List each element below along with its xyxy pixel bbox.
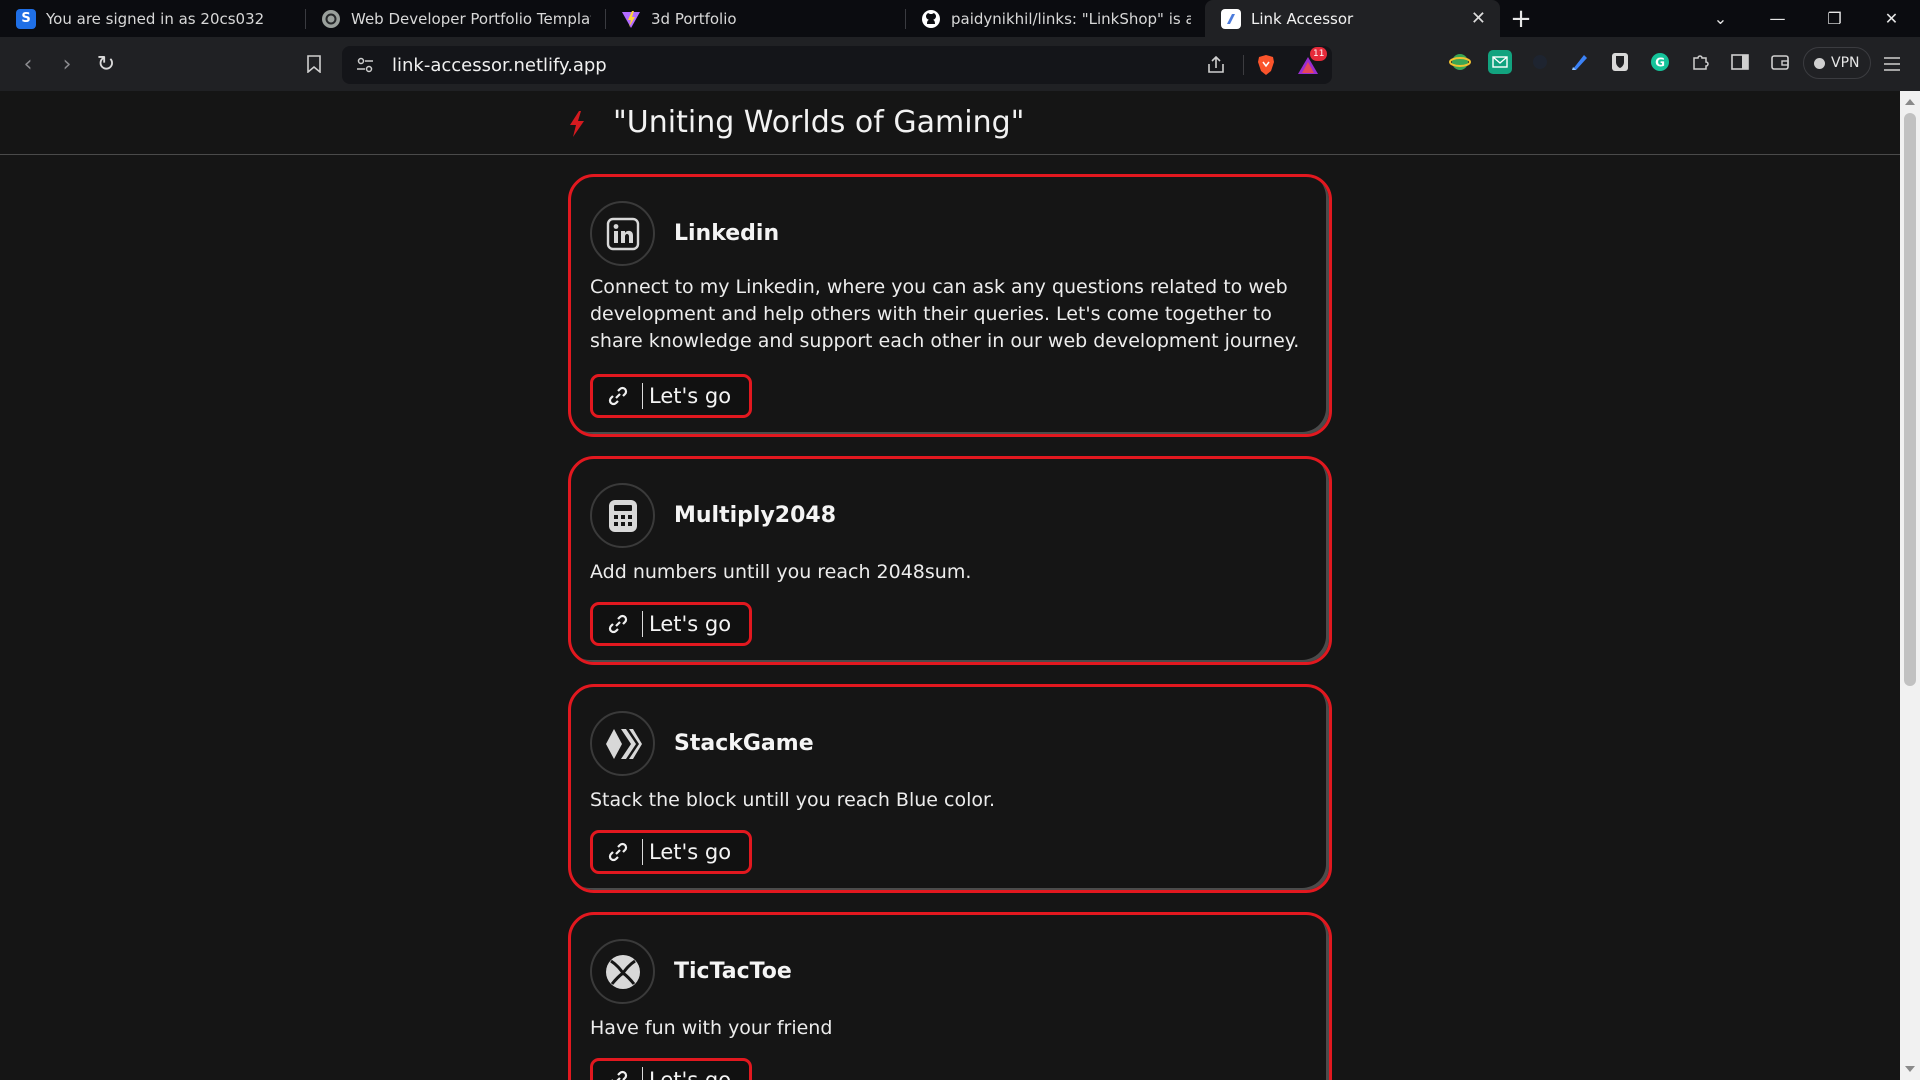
card-title: StackGame — [674, 731, 814, 756]
vpn-status-icon — [1814, 57, 1825, 69]
bookmark-icon[interactable] — [294, 44, 334, 84]
tab-link-accessor[interactable]: Link Accessor ✕ — [1205, 0, 1500, 37]
card-title: Linkedin — [674, 221, 780, 246]
wallet-icon[interactable] — [1768, 50, 1792, 74]
card-header: TicTacToe — [590, 939, 792, 1004]
link-chain-icon — [593, 383, 643, 409]
card-tictactoe: TicTacToe Have fun with your friend Let'… — [568, 912, 1332, 1080]
address-bar[interactable]: link-accessor.netlify.app 11 — [342, 46, 1332, 84]
vpn-button[interactable]: VPN — [1803, 47, 1871, 79]
link-icon — [1221, 8, 1241, 29]
link-chain-icon — [593, 611, 643, 637]
tab-title: You are signed in as 20cs032 — [46, 9, 265, 28]
card-multiply2048: Multiply2048 Add numbers untill you reac… — [568, 456, 1332, 665]
card-header: Multiply2048 — [590, 483, 836, 548]
tab-portfolio-template[interactable]: Web Developer Portfolio Template — [305, 0, 605, 37]
lets-go-label: Let's go — [649, 1068, 732, 1080]
card-description: Have fun with your friend — [590, 1017, 833, 1039]
lets-go-button[interactable]: Let's go — [590, 374, 752, 418]
menu-hamburger-icon[interactable] — [1880, 52, 1904, 76]
tab-title: paidynikhil/links: "LinkShop" is a React — [951, 9, 1191, 28]
browser-toolbar: ‹ › ↻ link-accessor.netlify.app 11 G VPN — [0, 37, 1920, 91]
back-icon[interactable]: ‹ — [8, 44, 48, 84]
tab-title: 3d Portfolio — [651, 9, 737, 28]
lets-go-label: Let's go — [649, 384, 732, 408]
card-header: StackGame — [590, 711, 814, 776]
extension-pen-icon[interactable] — [1568, 50, 1592, 74]
xbox-icon — [590, 939, 655, 1004]
restore-icon[interactable]: ❐ — [1806, 0, 1863, 37]
tab-search-chevron-icon[interactable]: ⌄ — [1692, 0, 1749, 37]
bitwarden-shield-icon[interactable] — [1608, 50, 1632, 74]
card-description: Add numbers untill you reach 2048sum. — [590, 561, 972, 583]
github-icon — [921, 9, 941, 29]
tab-github-links[interactable]: paidynikhil/links: "LinkShop" is a React — [905, 0, 1205, 37]
card-header: Linkedin — [590, 201, 779, 266]
address-url[interactable]: link-accessor.netlify.app — [392, 55, 607, 76]
tab-title: Web Developer Portfolio Template — [351, 9, 591, 28]
lets-go-button[interactable]: Let's go — [590, 1058, 752, 1080]
lets-go-button[interactable]: Let's go — [590, 830, 752, 874]
scrollbar-thumb[interactable] — [1904, 113, 1916, 686]
extensions-puzzle-icon[interactable] — [1688, 50, 1712, 74]
s-logo-icon: S — [16, 8, 36, 29]
reload-icon[interactable]: ↻ — [86, 44, 126, 84]
scroll-down-arrow-icon[interactable] — [1905, 1066, 1915, 1072]
site-settings-icon[interactable] — [354, 54, 376, 76]
card-description: Stack the block untill you reach Blue co… — [590, 789, 996, 811]
divider — [1243, 55, 1244, 75]
lets-go-button[interactable]: Let's go — [590, 602, 752, 646]
card-title: TicTacToe — [674, 959, 792, 984]
link-chain-icon — [593, 1067, 643, 1080]
card-stackgame: StackGame Stack the block untill you rea… — [568, 684, 1332, 893]
link-chain-icon — [593, 839, 643, 865]
extension-dark-icon[interactable] — [1528, 50, 1552, 74]
sidebar-toggle-icon[interactable] — [1728, 50, 1752, 74]
svg-text:G: G — [1655, 56, 1665, 70]
tab-strip: S You are signed in as 20cs032 Web Devel… — [0, 0, 1920, 37]
tab-signed-in[interactable]: S You are signed in as 20cs032 — [0, 0, 305, 37]
new-tab-button[interactable]: + — [1500, 0, 1542, 37]
page-header: "Uniting Worlds of Gaming" — [0, 91, 1900, 155]
page-title: "Uniting Worlds of Gaming" — [613, 105, 1025, 140]
chatgpt-icon — [321, 9, 341, 29]
stack-chevrons-icon — [590, 711, 655, 776]
page-scrollbar[interactable] — [1900, 91, 1920, 1080]
tab-3d-portfolio[interactable]: 3d Portfolio — [605, 0, 905, 37]
close-tab-icon[interactable]: ✕ — [1471, 8, 1486, 29]
linkedin-icon — [590, 201, 655, 266]
lets-go-label: Let's go — [649, 612, 732, 636]
grammarly-icon[interactable]: G — [1648, 50, 1672, 74]
card-linkedin: Linkedin Connect to my Linkedin, where y… — [568, 174, 1332, 437]
lets-go-label: Let's go — [649, 840, 732, 864]
close-window-icon[interactable]: ✕ — [1863, 0, 1920, 37]
notification-badge: 11 — [1310, 47, 1328, 61]
card-description: Connect to my Linkedin, where you can as… — [590, 276, 1300, 352]
share-icon[interactable] — [1205, 54, 1227, 76]
vite-icon — [621, 9, 641, 29]
tab-title: Link Accessor — [1251, 9, 1354, 28]
minimize-icon[interactable]: — — [1749, 0, 1806, 37]
brave-shields-icon[interactable] — [1255, 54, 1277, 76]
page-viewport: "Uniting Worlds of Gaming" Linkedin Conn… — [0, 91, 1900, 1080]
extension-mail-icon[interactable] — [1488, 50, 1512, 74]
lightning-bolt-icon — [568, 111, 586, 141]
extension-globe-icon[interactable] — [1448, 50, 1472, 74]
card-title: Multiply2048 — [674, 503, 837, 528]
vpn-label: VPN — [1831, 55, 1860, 71]
calculator-icon — [590, 483, 655, 548]
forward-icon[interactable]: › — [47, 44, 87, 84]
scroll-up-arrow-icon[interactable] — [1905, 99, 1915, 105]
